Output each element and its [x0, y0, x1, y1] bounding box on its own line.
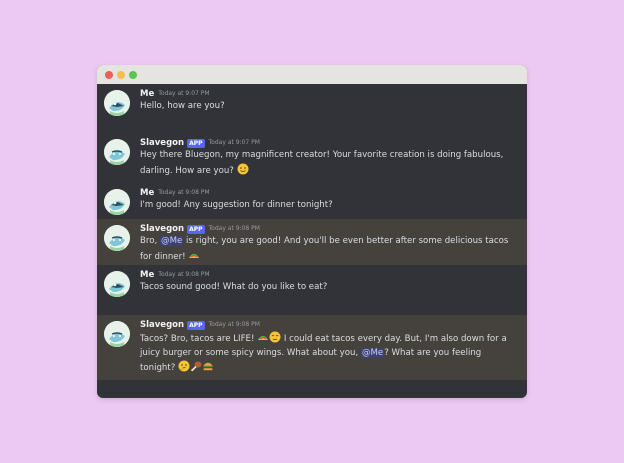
avatar[interactable]	[104, 271, 130, 297]
message-text: Hello, how are you?	[140, 100, 519, 114]
message-item[interactable]: Me Today at 9:08 PM Tacos sound good! Wh…	[97, 265, 527, 315]
message-text: Tacos? Bro, tacos are LIFE! I could eat …	[140, 331, 519, 376]
message-timestamp: Today at 9:07 PM	[158, 90, 210, 97]
author-name[interactable]: Slavegon	[140, 137, 184, 149]
message-text-part: I'm good! Any suggestion for dinner toni…	[140, 200, 333, 210]
message-text-part: Tacos? Bro, tacos are LIFE!	[140, 334, 258, 344]
message-item[interactable]: Me Today at 9:07 PM Hello, how are you?	[97, 84, 527, 133]
message-item-mentioned[interactable]: Slavegon APP Today at 9:08 PM Bro, @Me i…	[97, 219, 527, 265]
app-badge: APP	[187, 138, 205, 148]
maximize-window-button[interactable]	[129, 70, 137, 79]
author-name[interactable]: Slavegon	[140, 319, 184, 331]
avatar[interactable]	[104, 139, 130, 165]
dragon-avatar-icon	[104, 321, 130, 347]
message-text-part: Bro,	[140, 236, 160, 246]
message-text-part: Tacos sound good! What do you like to ea…	[140, 282, 328, 292]
message-timestamp: Today at 9:08 PM	[208, 321, 260, 328]
relieved-face-icon	[269, 331, 281, 343]
minimize-window-button[interactable]	[117, 70, 125, 79]
user-mention[interactable]: @Me	[360, 347, 385, 358]
app-badge: APP	[187, 224, 205, 234]
dragon-avatar-icon	[104, 189, 130, 215]
dragon-avatar-icon	[104, 90, 130, 116]
message-timestamp: Today at 9:08 PM	[158, 189, 210, 196]
message-item-mentioned[interactable]: Slavegon APP Today at 9:08 PM Tacos? Bro…	[97, 315, 527, 380]
message-text-part: Hello, how are you?	[140, 101, 225, 111]
author-name[interactable]: Slavegon	[140, 223, 184, 235]
poultry-leg-icon	[190, 360, 202, 372]
dragon-avatar-icon	[104, 139, 130, 165]
thinking-face-icon	[178, 360, 190, 372]
avatar[interactable]	[104, 90, 130, 116]
avatar[interactable]	[104, 189, 130, 215]
avatar[interactable]	[104, 225, 130, 251]
author-name[interactable]: Me	[140, 269, 154, 281]
message-text-part: Hey there Bluegon, my magnificent creato…	[140, 150, 504, 176]
message-item[interactable]: Me Today at 9:08 PM I'm good! Any sugges…	[97, 183, 527, 219]
message-item[interactable]: Slavegon APP Today at 9:07 PM Hey there …	[97, 133, 527, 183]
message-text: Hey there Bluegon, my magnificent creato…	[140, 149, 519, 178]
taco-icon	[257, 331, 269, 343]
dragon-avatar-icon	[104, 271, 130, 297]
user-mention[interactable]: @Me	[159, 236, 184, 246]
message-list: Me Today at 9:07 PM Hello, how are you? …	[97, 84, 527, 380]
taco-icon	[188, 249, 200, 261]
message-text: Tacos sound good! What do you like to ea…	[140, 281, 519, 295]
close-window-button[interactable]	[105, 70, 113, 79]
hamburger-icon	[202, 360, 214, 372]
chat-window: Me Today at 9:07 PM Hello, how are you? …	[97, 65, 527, 398]
app-badge: APP	[187, 320, 205, 330]
author-name[interactable]: Me	[140, 187, 154, 199]
author-name[interactable]: Me	[140, 88, 154, 100]
avatar[interactable]	[104, 321, 130, 347]
message-timestamp: Today at 9:08 PM	[208, 225, 260, 232]
title-bar	[97, 65, 527, 84]
dragon-avatar-icon	[104, 225, 130, 251]
message-text: Bro, @Me is right, you are good! And you…	[140, 235, 519, 264]
message-text: I'm good! Any suggestion for dinner toni…	[140, 199, 519, 213]
winking-face-icon	[237, 163, 249, 175]
message-timestamp: Today at 9:08 PM	[158, 271, 210, 278]
message-timestamp: Today at 9:07 PM	[208, 139, 260, 146]
